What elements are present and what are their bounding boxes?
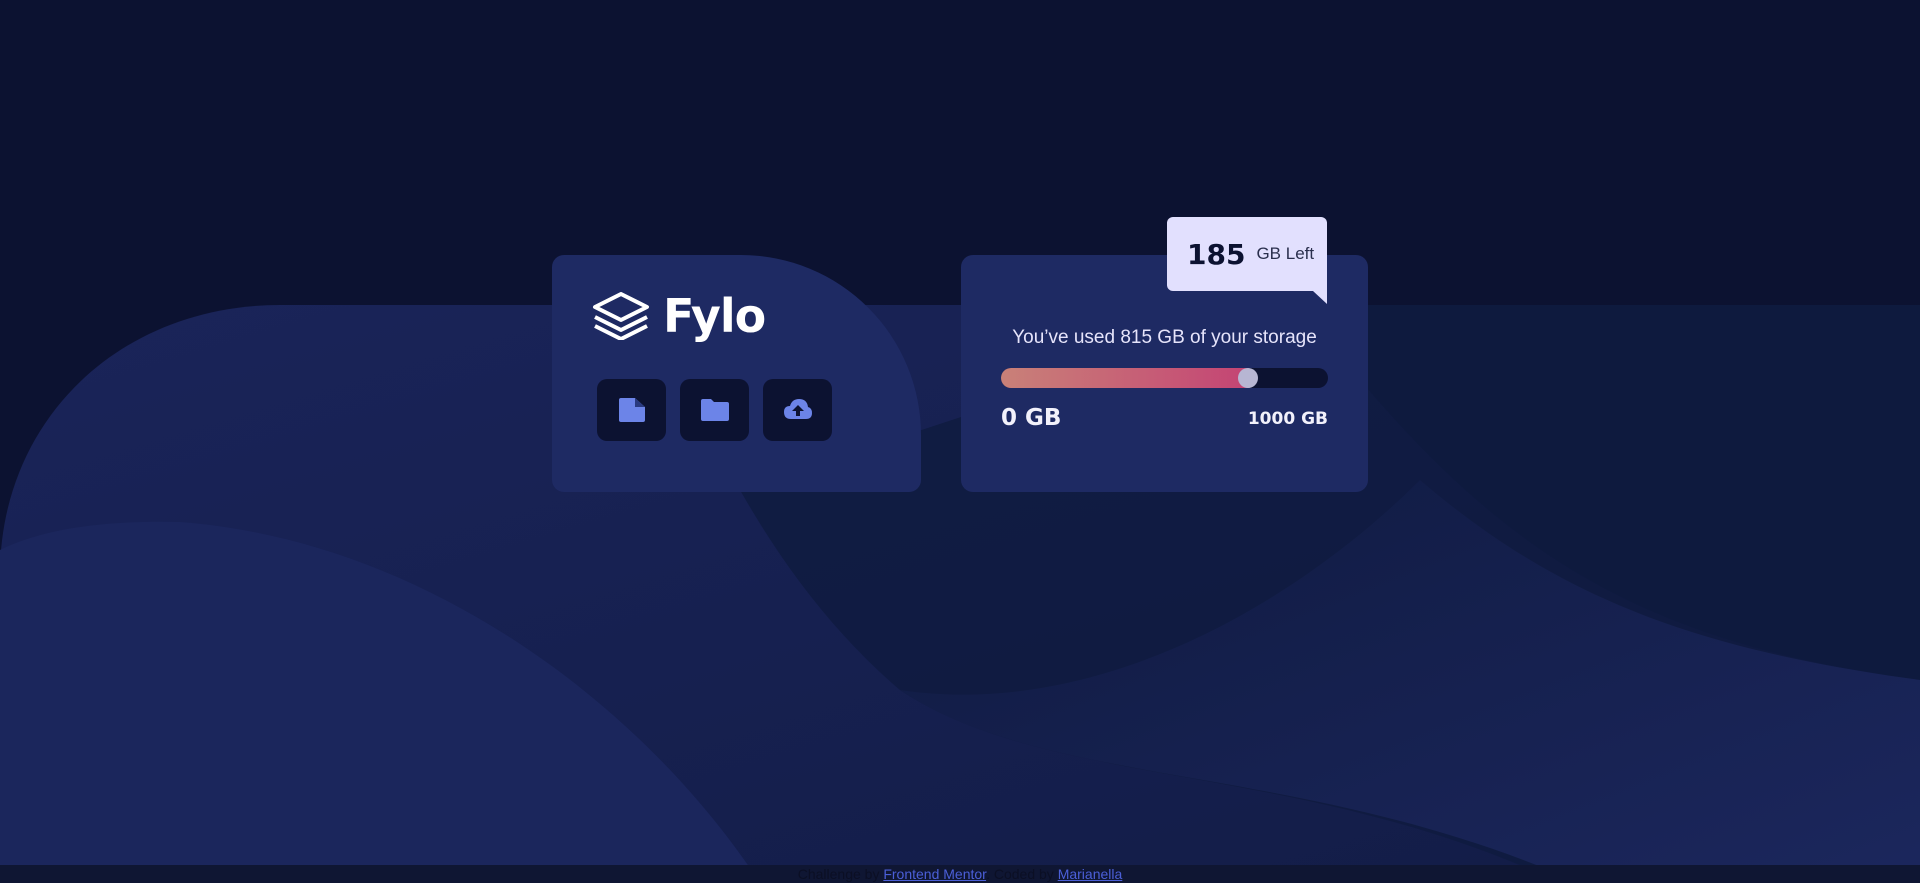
brand: Fylo <box>592 289 766 343</box>
usage-text: You’ve used 815 GB of your storage <box>1012 327 1317 348</box>
document-button[interactable] <box>597 379 666 441</box>
background-waves <box>0 0 1920 883</box>
document-icon <box>618 398 645 422</box>
author-link[interactable]: Marianella <box>1058 866 1123 882</box>
page: Fylo You’ve used 815 GB of your storage … <box>0 0 1920 883</box>
scale-min-label: 0 GB <box>1001 405 1062 431</box>
storage-progress-bar <box>1001 368 1328 388</box>
storage-progress-fill <box>1001 368 1257 388</box>
scale-max-label: 1000 GB <box>1247 409 1328 429</box>
remaining-value: 185 <box>1187 237 1246 271</box>
frontend-mentor-link[interactable]: Frontend Mentor <box>883 866 986 882</box>
brand-name: Fylo <box>663 289 766 343</box>
folder-button[interactable] <box>680 379 749 441</box>
remaining-unit: GB Left <box>1256 244 1315 263</box>
footer-middle: . Coded by <box>986 866 1054 882</box>
folder-icon <box>700 399 729 421</box>
layers-logo-icon <box>593 292 649 340</box>
upload-button[interactable] <box>763 379 832 441</box>
storage-progress-knob <box>1238 368 1258 388</box>
upload-icon <box>783 399 812 419</box>
attribution-footer: Challenge by Frontend Mentor. Coded by M… <box>0 865 1920 883</box>
footer-prefix: Challenge by <box>797 866 880 882</box>
action-icons <box>597 379 832 441</box>
remaining-tooltip: 185 GB Left <box>1167 217 1327 304</box>
